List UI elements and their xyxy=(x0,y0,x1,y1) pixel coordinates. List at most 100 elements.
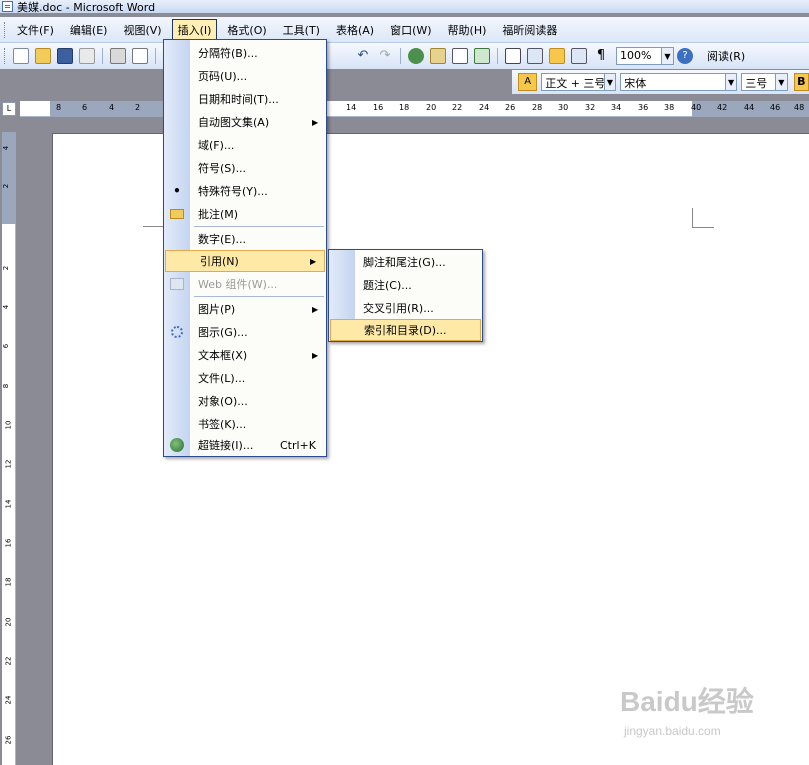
style-combobox[interactable]: 正文 + 三号 xyxy=(541,73,605,91)
ruler-tick: 38 xyxy=(664,103,675,112)
menu-item-label: 脚注和尾注(G)... xyxy=(363,256,446,269)
ruler-tick: 2 xyxy=(135,103,141,112)
horizontal-ruler[interactable]: 8 6 4 2 14 16 18 20 22 24 26 28 30 32 34… xyxy=(20,101,809,117)
hyperlink-globe-icon[interactable] xyxy=(408,48,424,64)
drawing-icon[interactable] xyxy=(527,48,543,64)
word-doc-icon[interactable] xyxy=(2,1,13,12)
zoom-dropdown-arrow-icon[interactable]: ▼ xyxy=(662,47,674,65)
menu-item-label: 日期和时间(T)... xyxy=(198,93,279,106)
menu-tools[interactable]: 工具(T) xyxy=(277,19,326,41)
menu-item-caption[interactable]: 题注(C)... xyxy=(329,274,482,296)
title-bar: 美媒.doc - Microsoft Word xyxy=(0,0,809,14)
zoom-combobox[interactable]: 100% xyxy=(616,47,662,65)
menu-item-page-numbers[interactable]: 页码(U)... xyxy=(164,65,326,87)
ruler-tick: 22 xyxy=(452,103,463,112)
help-icon[interactable]: ? xyxy=(677,48,693,64)
vertical-ruler[interactable]: 4 2 2 4 6 8 10 12 14 16 18 20 22 24 26 xyxy=(2,132,16,765)
columns-icon[interactable] xyxy=(505,48,521,64)
menu-item-comment[interactable]: 批注(M) xyxy=(164,203,326,225)
watermark-logo: Baidu经验 xyxy=(620,686,754,717)
menu-item-hyperlink[interactable]: 超链接(I)... Ctrl+K xyxy=(164,434,326,456)
ruler-tick: 20 xyxy=(4,617,13,627)
toolbar-separator xyxy=(400,48,401,64)
paragraph-mark-icon[interactable]: ¶ xyxy=(593,48,609,64)
menu-item-label: 书签(K)... xyxy=(198,418,247,431)
submenu-arrow-icon: ▶ xyxy=(310,256,317,266)
crop-mark xyxy=(143,226,163,227)
menu-item-break[interactable]: 分隔符(B)... xyxy=(164,42,326,64)
menu-item-index-and-tables[interactable]: 索引和目录(D)... xyxy=(330,319,481,341)
menu-item-file[interactable]: 文件(L)... xyxy=(164,367,326,389)
toolbar-grip-handle[interactable] xyxy=(4,48,7,64)
ruler-tick: 18 xyxy=(4,577,13,587)
menu-item-label: 分隔符(B)... xyxy=(198,47,258,60)
menu-item-reference[interactable]: 引用(N) ▶ xyxy=(165,250,325,272)
menu-item-bookmark[interactable]: 书签(K)... xyxy=(164,413,326,435)
new-document-icon[interactable] xyxy=(13,48,29,64)
menu-window[interactable]: 窗口(W) xyxy=(384,19,437,41)
tab-selector-button[interactable]: L xyxy=(2,102,16,116)
submenu-arrow-icon: ▶ xyxy=(312,350,319,360)
redo-icon[interactable]: ↷ xyxy=(377,48,393,64)
watermark-url: jingyan.baidu.com xyxy=(624,724,721,738)
show-hide-icon[interactable] xyxy=(571,48,587,64)
style-dropdown-arrow-icon[interactable]: ▼ xyxy=(604,73,617,91)
insert-table-icon[interactable] xyxy=(452,48,468,64)
menu-separator xyxy=(194,296,324,297)
ruler-tick: 8 xyxy=(2,383,11,389)
insert-excel-icon[interactable] xyxy=(474,48,490,64)
print-icon[interactable] xyxy=(110,48,126,64)
menu-table[interactable]: 表格(A) xyxy=(330,19,380,41)
menu-insert[interactable]: 插入(I) xyxy=(171,18,218,41)
menu-item-symbol[interactable]: 符号(S)... xyxy=(164,157,326,179)
ruler-tick: 8 xyxy=(56,103,62,112)
menu-item-footnote-endnote[interactable]: 脚注和尾注(G)... xyxy=(329,251,482,273)
menubar-grip-handle[interactable] xyxy=(4,21,7,38)
tables-borders-icon[interactable] xyxy=(430,48,446,64)
save-icon[interactable] xyxy=(57,48,73,64)
menu-item-label: 超链接(I)... xyxy=(198,439,254,452)
menu-edit[interactable]: 编辑(E) xyxy=(64,19,114,41)
menu-file[interactable]: 文件(F) xyxy=(11,19,60,41)
font-dropdown-arrow-icon[interactable]: ▼ xyxy=(725,73,738,91)
baidu-jingyan-watermark: Baidu经验 jingyan.baidu.com xyxy=(620,680,770,750)
menu-format[interactable]: 格式(O) xyxy=(221,19,272,41)
undo-icon[interactable]: ↶ xyxy=(355,48,371,64)
open-folder-icon[interactable] xyxy=(35,48,51,64)
menu-item-special-symbol[interactable]: • 特殊符号(Y)... xyxy=(164,180,326,202)
ruler-tick: 20 xyxy=(426,103,437,112)
menu-item-label: 文本框(X) xyxy=(198,349,248,362)
font-size-dropdown-arrow-icon[interactable]: ▼ xyxy=(776,73,788,91)
menu-item-label: 符号(S)... xyxy=(198,162,247,175)
menu-item-label: 页码(U)... xyxy=(198,70,248,83)
bold-button[interactable]: B xyxy=(793,73,809,91)
submenu-arrow-icon: ▶ xyxy=(312,304,319,314)
styles-icon[interactable]: A xyxy=(518,73,538,91)
menu-item-picture[interactable]: 图片(P) ▶ xyxy=(164,298,326,320)
document-map-icon[interactable] xyxy=(549,48,565,64)
menu-item-autotext[interactable]: 自动图文集(A) ▶ xyxy=(164,111,326,133)
permission-icon[interactable] xyxy=(79,48,95,64)
menu-item-object[interactable]: 对象(O)... xyxy=(164,390,326,412)
ruler-left-margin xyxy=(50,101,180,117)
ruler-tick: 40 xyxy=(691,103,702,112)
font-size-combobox[interactable]: 三号 xyxy=(741,73,777,91)
menu-item-date-time[interactable]: 日期和时间(T)... xyxy=(164,88,326,110)
menu-help[interactable]: 帮助(H) xyxy=(442,19,493,41)
diagram-icon xyxy=(164,321,190,343)
menu-item-cross-reference[interactable]: 交叉引用(R)... xyxy=(329,297,482,319)
menu-item-field[interactable]: 域(F)... xyxy=(164,134,326,156)
menu-item-diagram[interactable]: 图示(G)... xyxy=(164,321,326,343)
menu-item-label: 域(F)... xyxy=(198,139,235,152)
font-combobox[interactable]: 宋体 xyxy=(620,73,726,91)
submenu-arrow-icon: ▶ xyxy=(312,117,319,127)
ruler-tick: 26 xyxy=(4,735,13,745)
menu-item-number[interactable]: 数字(E)... xyxy=(164,228,326,250)
menu-foxit-reader[interactable]: 福昕阅读器 xyxy=(496,19,563,41)
ruler-tick: 14 xyxy=(346,103,357,112)
print-preview-icon[interactable] xyxy=(132,48,148,64)
menu-view[interactable]: 视图(V) xyxy=(117,19,167,41)
menu-item-label: 自动图文集(A) xyxy=(198,116,270,129)
reading-layout-button[interactable]: 阅读(R) xyxy=(704,47,748,65)
menu-item-textbox[interactable]: 文本框(X) ▶ xyxy=(164,344,326,366)
